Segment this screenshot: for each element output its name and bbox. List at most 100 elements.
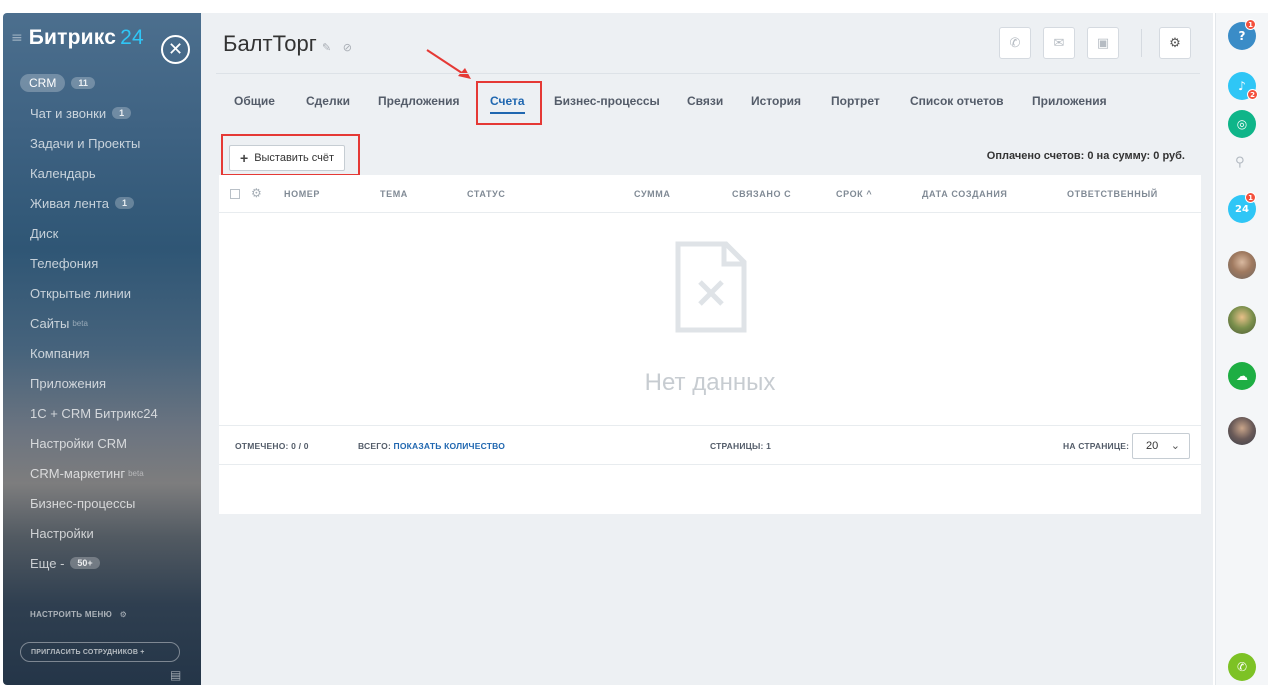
divider <box>216 73 1200 74</box>
counter-badge: 1 <box>114 197 134 209</box>
sidebar-item-crm[interactable]: CRM 11 <box>3 68 201 98</box>
menu-hamburger-icon[interactable]: ≡ <box>11 30 23 46</box>
sidebar-item-sites[interactable]: Сайты beta <box>3 308 201 338</box>
logo-number: 24 <box>120 26 144 49</box>
column-header-topic[interactable]: ТЕМА <box>380 189 408 199</box>
pages-value[interactable]: 1 <box>766 441 771 451</box>
tab-history[interactable]: История <box>751 87 801 117</box>
column-header-due-date[interactable]: СРОК ^ <box>836 189 872 199</box>
sidebar-item-label: CRM-маркетинг <box>30 465 126 481</box>
sidebar-item-telephony[interactable]: Телефония <box>3 248 201 278</box>
notifications-button[interactable]: ♪ 2 <box>1228 72 1258 100</box>
right-rail: ? 1 ♪ 2 ◎ ⚲ 24 1 ☁ ✆ <box>1215 13 1268 685</box>
grid-header: ⚙ НОМЕР ТЕМА СТАТУС СУММА СВЯЗАНО С СРОК… <box>219 175 1201 213</box>
sidebar-item-settings[interactable]: Настройки <box>3 518 201 548</box>
notifications-badge: 2 <box>1247 89 1258 100</box>
empty-text: Нет данных <box>644 369 776 396</box>
sidebar-item-disk[interactable]: Диск <box>3 218 201 248</box>
invite-employees-button[interactable]: ПРИГЛАСИТЬ СОТРУДНИКОВ + <box>20 642 180 662</box>
logo-text: Битрикс <box>28 26 117 49</box>
title-actions: ✎ ⊘ <box>322 41 352 54</box>
tab-quotes[interactable]: Предложения <box>378 87 460 117</box>
sidebar-item-label: CRM <box>20 74 66 92</box>
avatar[interactable] <box>1228 306 1256 334</box>
grid-footer: ОТМЕЧЕНО: 0 / 0 ВСЕГО: ПОКАЗАТЬ КОЛИЧЕСТ… <box>219 425 1201 465</box>
tab-apps[interactable]: Приложения <box>1032 87 1107 117</box>
calendar-label: 24 <box>1235 203 1249 215</box>
select-all-checkbox[interactable] <box>230 189 240 199</box>
mail-icon: ✉ <box>1053 35 1065 51</box>
open-lines-button[interactable]: ◎ <box>1228 110 1256 138</box>
brand[interactable]: ≡ Битрикс 24 <box>11 23 144 53</box>
sidebar-item-label: Живая лента <box>30 195 109 211</box>
tab-portrait[interactable]: Портрет <box>831 87 880 117</box>
avatar[interactable] <box>1228 251 1256 279</box>
printer-icon[interactable]: ▤ <box>170 668 181 682</box>
pencil-icon[interactable]: ✎ <box>322 41 331 54</box>
grid-toolbar: + Выставить счёт Оплачено счетов: 0 на с… <box>219 141 1201 175</box>
tab-relations[interactable]: Связи <box>687 87 723 117</box>
chat-icon: ◎ <box>1236 117 1248 131</box>
gear-icon[interactable]: ⚙ <box>251 186 262 200</box>
question-icon: ? <box>1238 29 1246 43</box>
search-icon[interactable]: ⚲ <box>1235 155 1245 170</box>
checked-label: ОТМЕЧЕНО: <box>235 441 289 451</box>
counter-badge: 1 <box>112 107 132 119</box>
sidebar-item-label: Компания <box>30 345 90 361</box>
sidebar-item-label: Бизнес-процессы <box>30 495 136 511</box>
sidebar-item-1c[interactable]: 1С + CRM Битрикс24 <box>3 398 201 428</box>
tab-bizproc[interactable]: Бизнес-процессы <box>554 87 660 117</box>
sidebar-item-apps[interactable]: Приложения <box>3 368 201 398</box>
sidebar-item-crm-marketing[interactable]: CRM-маркетинг beta <box>3 458 201 488</box>
tab-deals[interactable]: Сделки <box>306 87 350 117</box>
tab-general[interactable]: Общие <box>234 87 275 117</box>
sidebar-item-calendar[interactable]: Календарь <box>3 158 201 188</box>
column-header-number[interactable]: НОМЕР <box>284 189 320 199</box>
sidebar-item-label: Календарь <box>30 165 96 181</box>
chat-icon: ▣ <box>1096 35 1110 51</box>
settings-button[interactable]: ⚙ <box>1159 27 1191 59</box>
avatar[interactable] <box>1228 417 1256 445</box>
sidebar-item-label: Приложения <box>30 375 107 391</box>
link-icon[interactable]: ⊘ <box>343 41 352 54</box>
column-header-created[interactable]: ДАТА СОЗДАНИЯ <box>922 189 1007 199</box>
setup-menu-link[interactable]: НАСТРОИТЬ МЕНЮ ⚙ <box>30 610 127 619</box>
gear-icon: ⚙ <box>1169 35 1181 51</box>
gear-icon: ⚙ <box>119 610 128 619</box>
sidebar-item-company[interactable]: Компания <box>3 338 201 368</box>
help-button[interactable]: ? 1 <box>1228 19 1256 50</box>
tab-reports[interactable]: Список отчетов <box>910 87 1003 117</box>
sidebar-item-bizproc[interactable]: Бизнес-процессы <box>3 488 201 518</box>
sidebar-item-tasks[interactable]: Задачи и Проекты <box>3 128 201 158</box>
setup-menu-label: НАСТРОИТЬ МЕНЮ <box>30 610 113 619</box>
sidebar-item-label: Открытые линии <box>30 285 132 301</box>
help-badge: 1 <box>1245 19 1256 30</box>
invoices-grid: ⚙ НОМЕР ТЕМА СТАТУС СУММА СВЯЗАНО С СРОК… <box>219 175 1201 514</box>
beta-label: beta <box>72 318 88 328</box>
divider <box>1141 29 1142 57</box>
left-sidebar: ≡ Битрикс 24 ✕ CRM 11 Чат и звонки 1 Зад… <box>3 13 201 685</box>
calendar-button[interactable]: 24 1 <box>1228 192 1256 223</box>
mail-button[interactable]: ✉ <box>1043 27 1075 59</box>
column-header-status[interactable]: СТАТУС <box>467 189 505 199</box>
sidebar-item-more[interactable]: Еще - 50+ <box>3 548 201 578</box>
sidebar-item-open-lines[interactable]: Открытые линии <box>3 278 201 308</box>
close-icon[interactable]: ✕ <box>161 35 190 64</box>
empty-document-icon <box>675 241 747 333</box>
column-header-sum[interactable]: СУММА <box>634 189 670 199</box>
sidebar-item-feed[interactable]: Живая лента 1 <box>3 188 201 218</box>
per-page-value: 20 <box>1146 440 1159 452</box>
cloud-icon: ☁ <box>1236 369 1248 383</box>
show-count-link[interactable]: ПОКАЗАТЬ КОЛИЧЕСТВО <box>394 441 506 451</box>
sidebar-menu: CRM 11 Чат и звонки 1 Задачи и Проекты К… <box>3 68 201 578</box>
sidebar-item-label: Настройки <box>30 525 94 541</box>
cloud-button[interactable]: ☁ <box>1228 362 1256 390</box>
column-header-responsible[interactable]: ОТВЕТСТВЕННЫЙ <box>1067 189 1158 199</box>
per-page-select[interactable]: 20 ⌄ <box>1132 433 1190 459</box>
sidebar-item-chat[interactable]: Чат и звонки 1 <box>3 98 201 128</box>
column-header-linked[interactable]: СВЯЗАНО С <box>732 189 791 199</box>
phone-button[interactable]: ✆ <box>999 27 1031 59</box>
phone-call-button[interactable]: ✆ <box>1228 653 1256 681</box>
sidebar-item-crm-settings[interactable]: Настройки CRM <box>3 428 201 458</box>
chat-button[interactable]: ▣ <box>1087 27 1119 59</box>
